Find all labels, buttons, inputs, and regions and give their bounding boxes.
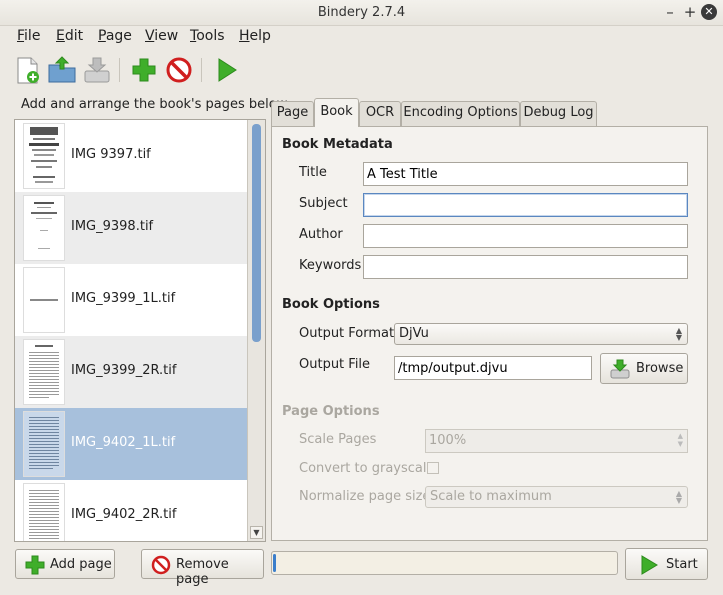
list-item[interactable]: IMG_9399_1L.tif (15, 264, 247, 336)
toolbar (0, 50, 723, 90)
browse-label: Browse (636, 361, 684, 376)
subject-input[interactable] (363, 193, 688, 217)
add-page-button[interactable]: Add page (15, 549, 115, 579)
title-bar: Bindery 2.7.4 – + ✕ (0, 0, 723, 26)
window-title: Bindery 2.7.4 (317, 5, 406, 20)
start-label: Start (666, 557, 698, 572)
page-thumbnail (23, 195, 65, 261)
tab-debug-log[interactable]: Debug Log (520, 101, 597, 126)
output-file-label: Output File (299, 357, 371, 372)
grayscale-label: Convert to grayscale (299, 461, 435, 476)
menu-tools[interactable]: Tools (190, 28, 225, 44)
updown-arrow-icon: ▲ ▼ (675, 326, 682, 342)
normalize-page-size-label: Normalize page size (299, 489, 431, 504)
scale-pages-spinbox[interactable]: 100% ▲ ▼ (425, 429, 688, 453)
download-icon (610, 359, 630, 379)
page-thumbnail (23, 411, 65, 477)
plus-icon (132, 58, 156, 82)
keywords-input[interactable] (363, 255, 688, 279)
subject-label: Subject (299, 196, 348, 211)
normalize-page-size-select[interactable]: Scale to maximum ▲ ▼ (425, 486, 688, 508)
scale-pages-label: Scale Pages (299, 432, 377, 447)
tab-ocr[interactable]: OCR (359, 101, 401, 126)
title-input[interactable] (363, 162, 688, 186)
start-toolbar-button[interactable] (210, 54, 242, 86)
page-thumbnail (23, 339, 65, 405)
play-icon (218, 58, 237, 82)
author-label: Author (299, 227, 343, 242)
menu-bar: File Edit Page View Tools Help (0, 26, 723, 48)
page-filename: IMG_9398.tif (71, 219, 154, 234)
menu-page[interactable]: Page (98, 28, 132, 44)
page-options-heading: Page Options (282, 404, 380, 419)
list-item[interactable]: IMG 9397.tif (15, 120, 247, 192)
start-button[interactable]: Start (625, 548, 708, 580)
browse-button[interactable]: Browse (600, 353, 688, 384)
save-project-button[interactable] (81, 54, 113, 86)
new-project-button[interactable] (11, 54, 43, 86)
remove-pages-toolbar-button[interactable] (163, 54, 195, 86)
new-document-icon (17, 57, 39, 84)
output-file-input[interactable] (394, 356, 592, 380)
page-filename: IMG_9399_2R.tif (71, 363, 177, 378)
tab-page[interactable]: Page (271, 101, 314, 126)
book-metadata-heading: Book Metadata (282, 137, 393, 152)
plus-icon (25, 555, 45, 575)
tab-book[interactable]: Book (314, 98, 359, 127)
add-page-label: Add page (50, 557, 112, 572)
remove-page-label: Remove page (176, 557, 229, 587)
minimize-button[interactable]: – (662, 4, 678, 20)
scrollbar-thumb[interactable] (252, 124, 261, 342)
open-project-button[interactable] (46, 54, 78, 86)
page-list[interactable]: IMG 9397.tif IMG_9398.tif IMG_9399_1L.ti… (14, 119, 266, 542)
close-button[interactable]: ✕ (701, 4, 717, 20)
list-item[interactable]: IMG_9399_2R.tif (15, 336, 247, 408)
save-drive-icon (84, 57, 110, 83)
no-entry-icon (166, 57, 192, 83)
add-pages-toolbar-button[interactable] (128, 54, 160, 86)
list-item[interactable]: IMG_9402_1L.tif (15, 408, 247, 480)
maximize-button[interactable]: + (682, 4, 698, 20)
page-thumbnail (23, 483, 65, 541)
menu-edit[interactable]: Edit (56, 28, 83, 44)
list-item[interactable]: IMG_9402_2R.tif (15, 480, 247, 541)
page-thumbnail (23, 123, 65, 189)
spin-arrow-icon: ▲ ▼ (677, 432, 683, 448)
page-list-scrollbar[interactable]: ▼ (247, 120, 265, 541)
page-list-caption: Add and arrange the book's pages below (21, 97, 288, 112)
grayscale-checkbox[interactable] (427, 462, 439, 474)
tab-encoding-options[interactable]: Encoding Options (401, 101, 520, 126)
page-filename: IMG 9397.tif (71, 147, 151, 162)
menu-view[interactable]: View (145, 28, 178, 44)
progress-bar (271, 551, 618, 575)
list-item[interactable]: IMG_9398.tif (15, 192, 247, 264)
title-label: Title (299, 165, 327, 180)
no-entry-icon (151, 555, 171, 575)
output-format-value: DjVu (399, 326, 429, 341)
output-format-label: Output Format (299, 326, 395, 341)
page-filename: IMG_9402_2R.tif (71, 507, 177, 522)
remove-page-button[interactable]: Remove page (141, 549, 264, 587)
normalize-page-size-value: Scale to maximum (430, 489, 552, 504)
scroll-down-arrow-icon[interactable]: ▼ (250, 526, 263, 539)
menu-file[interactable]: File (17, 28, 40, 44)
play-icon (641, 555, 658, 575)
updown-arrow-icon: ▲ ▼ (675, 489, 682, 505)
author-input[interactable] (363, 224, 688, 248)
page-filename: IMG_9399_1L.tif (71, 291, 176, 306)
output-format-select[interactable]: DjVu ▲ ▼ (394, 323, 688, 345)
page-filename: IMG_9402_1L.tif (71, 435, 176, 450)
menu-help[interactable]: Help (239, 28, 271, 44)
book-options-heading: Book Options (282, 297, 380, 312)
keywords-label: Keywords (299, 258, 362, 273)
page-thumbnail (23, 267, 65, 333)
scale-pages-value: 100% (429, 433, 467, 448)
open-folder-icon (48, 56, 76, 83)
